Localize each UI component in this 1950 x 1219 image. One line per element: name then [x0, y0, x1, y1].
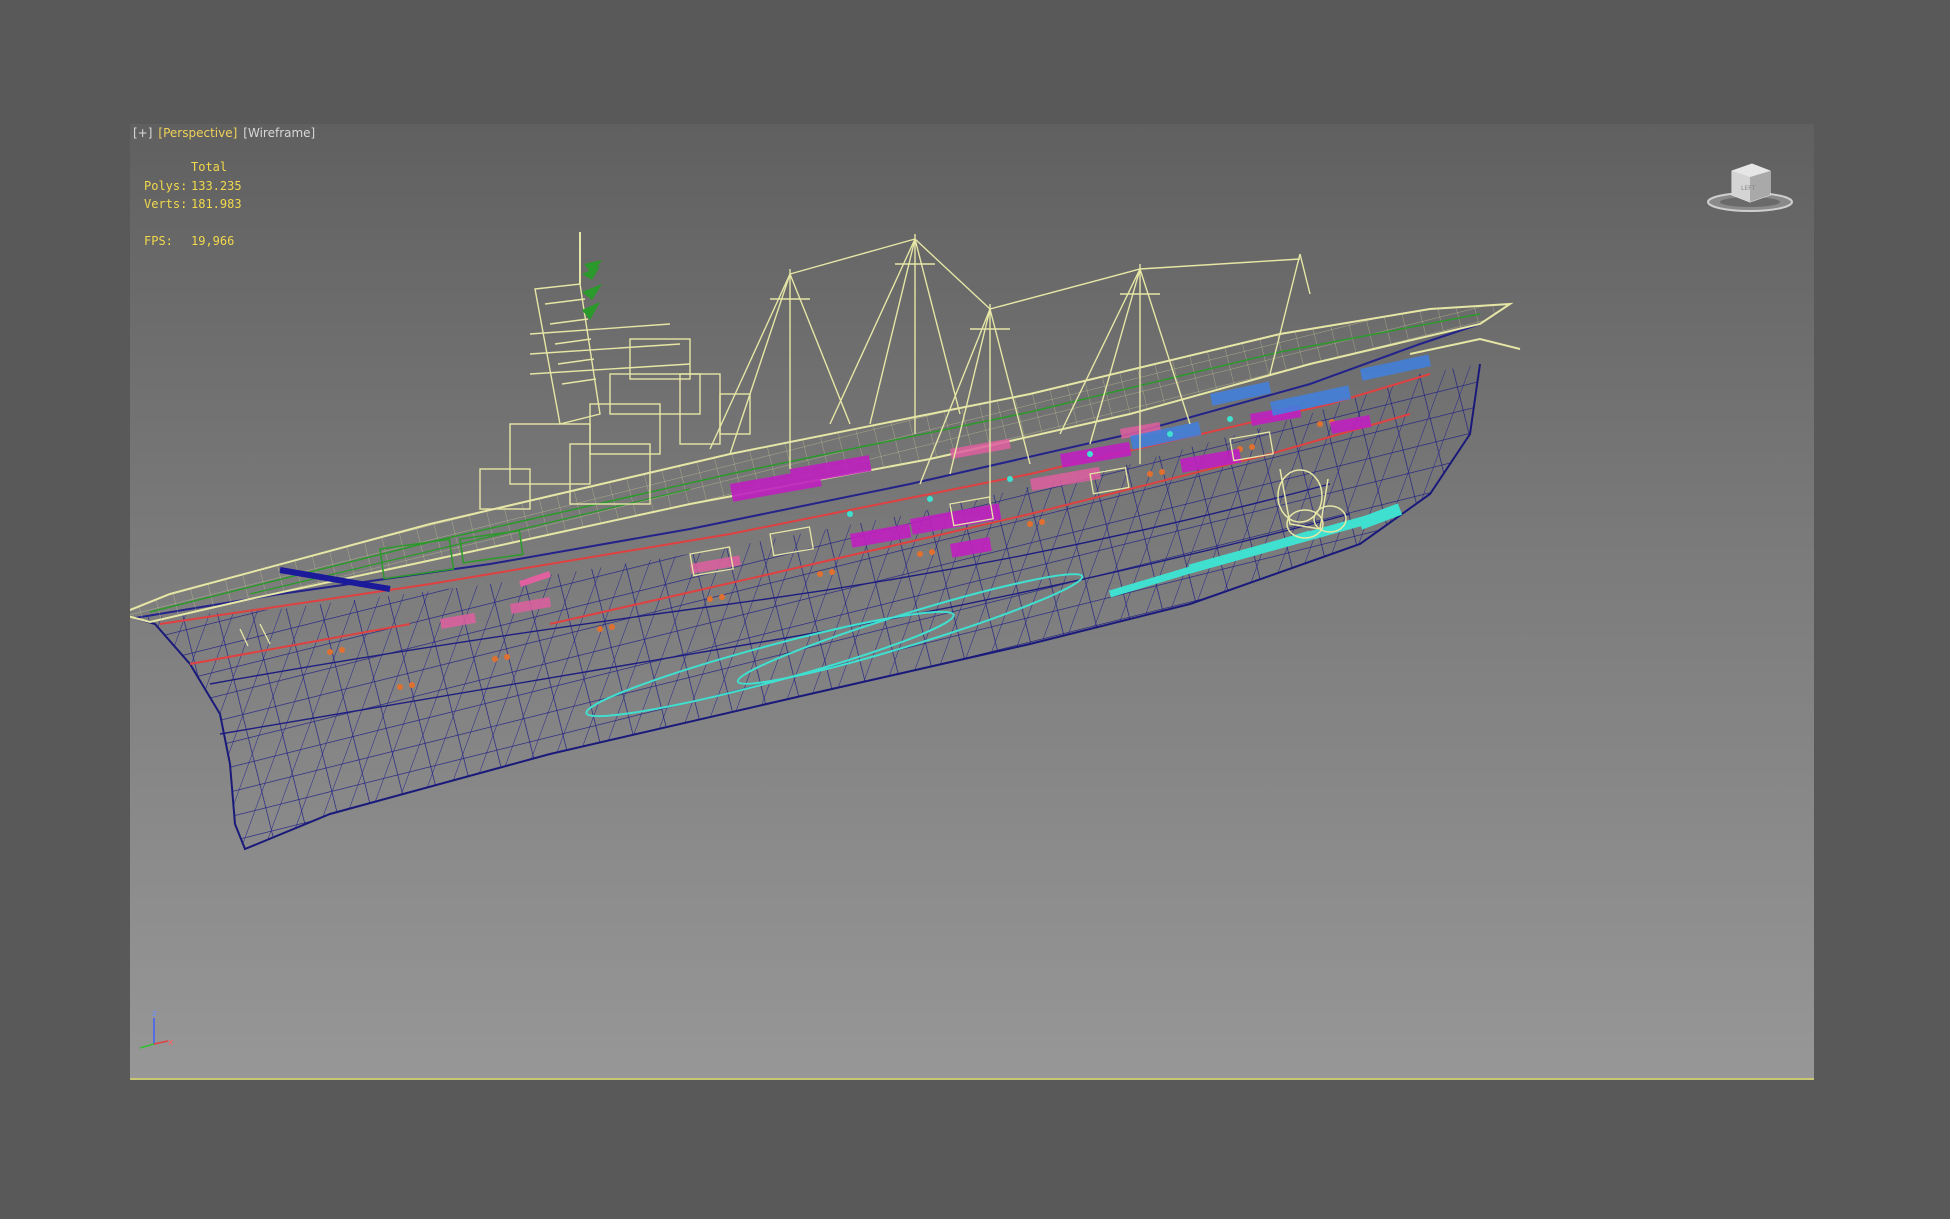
axis-z-label: z [152, 1009, 157, 1019]
viewport-active-border [130, 1078, 1814, 1080]
axis-tripod-icon: z x [139, 1009, 174, 1049]
axis-x-label: x [168, 1038, 174, 1048]
ship-wireframe-render [130, 232, 1521, 851]
perspective-viewport[interactable]: [+] [Perspective] [Wireframe] Total Polys:… [130, 124, 1814, 1080]
